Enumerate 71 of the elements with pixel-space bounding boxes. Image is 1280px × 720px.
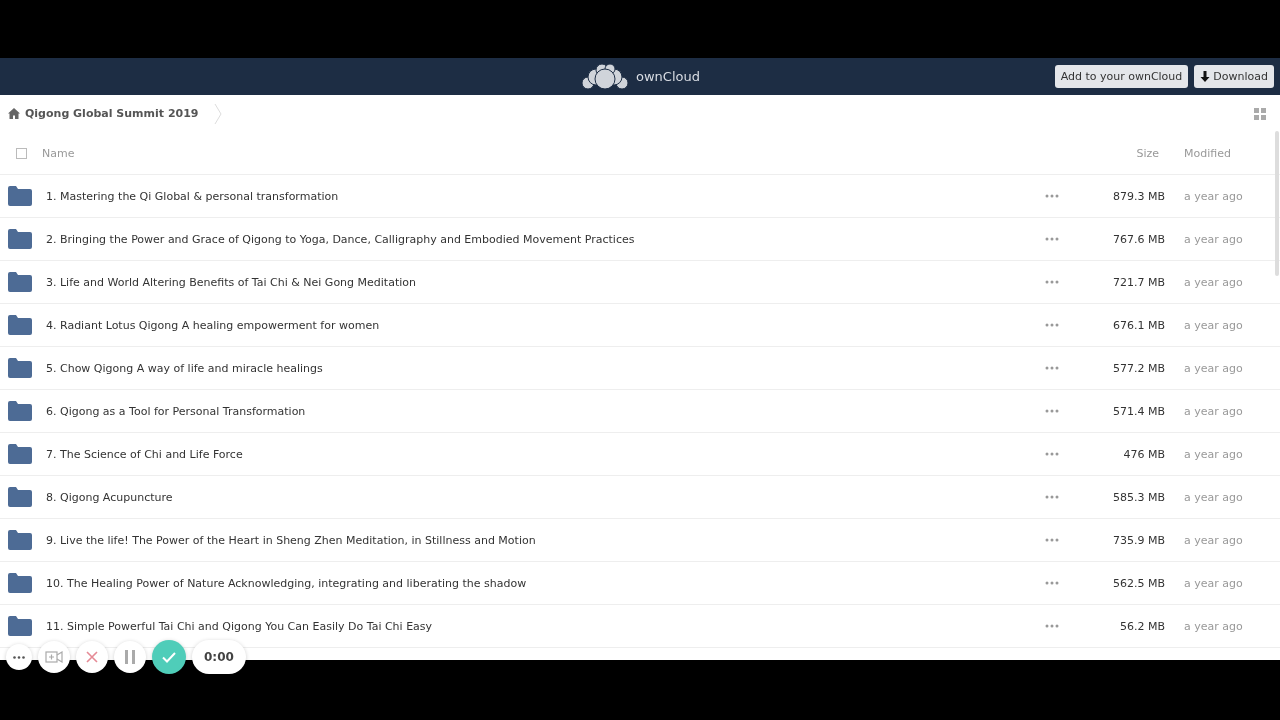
more-icon[interactable]: [1045, 409, 1059, 413]
select-all-checkbox[interactable]: [16, 147, 27, 159]
more-icon[interactable]: [1045, 538, 1059, 542]
folder-icon: [8, 530, 32, 550]
check-icon: [162, 651, 176, 663]
folder-icon: [8, 401, 32, 421]
folder-icon: [8, 186, 32, 206]
modified-date: a year ago: [1184, 404, 1244, 418]
file-name[interactable]: 4. Radiant Lotus Qigong A healing empowerment for women: [46, 318, 1045, 332]
file-size: 562.5 MB: [1111, 576, 1165, 590]
file-name[interactable]: 9. Live the life! The Power of the Heart in Sheng Zhen Meditation, in Stillness and Motion: [46, 533, 1045, 547]
folder-icon: [8, 573, 32, 593]
modified-date: a year ago: [1184, 361, 1244, 375]
file-name[interactable]: 1. Mastering the Qi Global & personal transformation: [46, 189, 1045, 203]
file-size: 879.3 MB: [1111, 189, 1165, 203]
file-size: 767.6 MB: [1111, 232, 1165, 246]
folder-icon: [8, 272, 32, 292]
breadcrumb-link[interactable]: Qigong Global Summit 2019: [25, 107, 199, 120]
file-name[interactable]: 3. Life and World Altering Benefits of Tai Chi & Nei Gong Meditation: [46, 275, 1045, 289]
more-icon[interactable]: [1045, 366, 1059, 370]
file-name[interactable]: 2. Bringing the Power and Grace of Qigong to Yoga, Dance, Calligraphy and Embodied Movement Practices: [46, 232, 1045, 246]
file-name[interactable]: 8. Qigong Acupuncture: [46, 490, 1045, 504]
more-icon[interactable]: [1045, 323, 1059, 327]
modified-date: a year ago: [1184, 318, 1244, 332]
folder-icon: [8, 315, 32, 335]
file-size: 571.4 MB: [1111, 404, 1165, 418]
more-icon[interactable]: [1045, 452, 1059, 456]
more-icon[interactable]: [1045, 194, 1059, 198]
brand-name: ownCloud: [636, 69, 700, 84]
folder-icon: [8, 229, 32, 249]
modified-date: a year ago: [1184, 533, 1244, 547]
video-camera-icon: [45, 651, 63, 663]
add-button[interactable]: Add to your ownCloud: [1054, 65, 1189, 88]
file-size: 577.2 MB: [1111, 361, 1165, 375]
file-name[interactable]: 6. Qigong as a Tool for Personal Transformation: [46, 404, 1045, 418]
modified-date: a year ago: [1184, 232, 1244, 246]
more-icon: [13, 655, 25, 659]
home-icon[interactable]: [8, 108, 20, 119]
file-size: 735.9 MB: [1111, 533, 1165, 547]
more-icon[interactable]: [1045, 237, 1059, 241]
file-name[interactable]: 11. Simple Powerful Tai Chi and Qigong You Can Easily Do Tai Chi Easy: [46, 619, 1045, 633]
more-icon[interactable]: [1045, 280, 1059, 284]
file-size: 676.1 MB: [1111, 318, 1165, 332]
modified-date: a year ago: [1184, 490, 1244, 504]
scrollbar[interactable]: [1275, 131, 1279, 276]
download-arrow-icon: [1200, 70, 1211, 83]
file-size: 721.7 MB: [1111, 275, 1165, 289]
more-icon[interactable]: [1045, 581, 1059, 585]
grid-view-icon[interactable]: [1254, 107, 1266, 120]
more-icon[interactable]: [1045, 624, 1059, 628]
file-name[interactable]: 10. The Healing Power of Nature Acknowledging, integrating and liberating the shadow: [46, 576, 1045, 590]
download-button[interactable]: Download: [1194, 65, 1274, 88]
modified-date: a year ago: [1184, 576, 1244, 590]
file-size: 585.3 MB: [1111, 490, 1165, 504]
pause-icon: [125, 650, 135, 664]
breadcrumb-chevron-icon: [213, 102, 222, 125]
file-name[interactable]: 7. The Science of Chi and Life Force: [46, 447, 1045, 461]
folder-icon: [8, 444, 32, 464]
more-icon[interactable]: [1045, 495, 1059, 499]
modified-date: a year ago: [1184, 189, 1244, 203]
modified-date: a year ago: [1184, 275, 1244, 289]
close-icon: [86, 651, 98, 663]
folder-icon: [8, 358, 32, 378]
file-name[interactable]: 5. Chow Qigong A way of life and miracle healings: [46, 361, 1045, 375]
file-size: 56.2 MB: [1118, 619, 1165, 633]
folder-icon: [8, 616, 32, 636]
cloud-logo-icon: [580, 62, 630, 91]
modified-date: a year ago: [1184, 619, 1244, 633]
folder-icon: [8, 487, 32, 507]
file-size: 476 MB: [1122, 447, 1165, 461]
modified-date: a year ago: [1184, 447, 1244, 461]
